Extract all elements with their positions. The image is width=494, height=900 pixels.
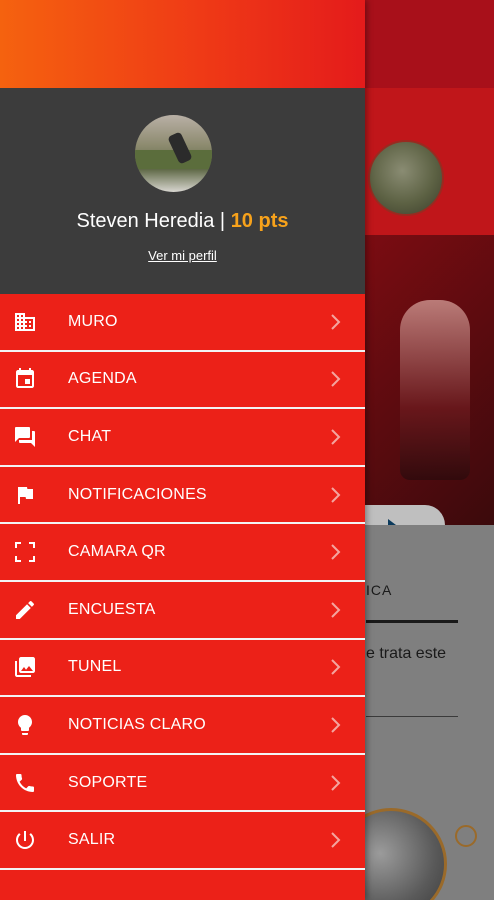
photo-library-icon <box>12 654 38 680</box>
flag-icon <box>12 482 38 508</box>
chevron-right-icon <box>329 312 343 332</box>
menu-label: CAMARA QR <box>68 543 166 561</box>
bg-body-text: e trata este <box>366 645 447 662</box>
chevron-right-icon <box>329 715 343 735</box>
chevron-right-icon <box>329 485 343 505</box>
chevron-right-icon <box>329 542 343 562</box>
menu-item-encuesta[interactable]: ENCUESTA <box>0 582 365 640</box>
menu-item-camara-qr[interactable]: CAMARA QR <box>0 524 365 582</box>
menu-label: SOPORTE <box>68 773 148 791</box>
power-icon <box>12 827 38 853</box>
chevron-right-icon <box>329 427 343 447</box>
menu-label: TUNEL <box>68 658 122 676</box>
chevron-right-icon <box>329 773 343 793</box>
drawer-header-gradient <box>0 0 365 88</box>
menu-item-noticias-claro[interactable]: NOTICIAS CLARO <box>0 697 365 755</box>
menu-label: SALIR <box>68 831 116 849</box>
calendar-icon <box>12 366 38 392</box>
scan-icon <box>12 539 38 565</box>
user-icon <box>455 825 477 847</box>
bg-divider <box>366 716 458 717</box>
menu-item-muro[interactable]: MURO <box>0 294 365 352</box>
profile-name-row: Steven Heredia | 10 pts <box>0 210 365 233</box>
phone-icon <box>12 770 38 796</box>
menu-item-tunel[interactable]: TUNEL <box>0 640 365 698</box>
pencil-icon <box>12 597 38 623</box>
menu-label: NOTIFICACIONES <box>68 485 207 503</box>
avatar[interactable] <box>135 115 212 192</box>
menu-item-notificaciones[interactable]: NOTIFICACIONES <box>0 467 365 525</box>
chevron-right-icon <box>329 600 343 620</box>
building-icon <box>12 309 38 335</box>
menu-label: ENCUESTA <box>68 600 156 618</box>
lightbulb-icon <box>12 712 38 738</box>
name-separator: | <box>219 210 226 232</box>
menu-label: AGENDA <box>68 370 137 388</box>
chevron-right-icon <box>329 830 343 850</box>
menu-item-soporte[interactable]: SOPORTE <box>0 755 365 813</box>
profile-section: Steven Heredia | 10 pts Ver mi perfil <box>0 88 365 294</box>
navigation-drawer: Steven Heredia | 10 pts Ver mi perfil MU… <box>0 0 365 900</box>
points-badge: 10 pts <box>230 210 289 232</box>
chevron-right-icon <box>329 657 343 677</box>
chat-icon <box>12 424 38 450</box>
bg-avatar <box>368 140 444 216</box>
user-name: Steven Heredia <box>76 210 215 232</box>
drawer-menu: MURO AGENDA CHAT NOTIFICACIONES CAMARA Q… <box>0 294 365 870</box>
menu-item-chat[interactable]: CHAT <box>0 409 365 467</box>
menu-label: MURO <box>68 312 118 330</box>
bg-hero-figure <box>400 300 470 480</box>
menu-label: CHAT <box>68 427 112 445</box>
menu-item-agenda[interactable]: AGENDA <box>0 352 365 410</box>
chevron-right-icon <box>329 369 343 389</box>
bg-tab-label: ICA <box>366 582 393 598</box>
view-profile-link[interactable]: Ver mi perfil <box>0 248 365 263</box>
menu-item-salir[interactable]: SALIR <box>0 812 365 870</box>
bg-tab-indicator <box>366 620 458 623</box>
menu-label: NOTICIAS CLARO <box>68 715 206 733</box>
